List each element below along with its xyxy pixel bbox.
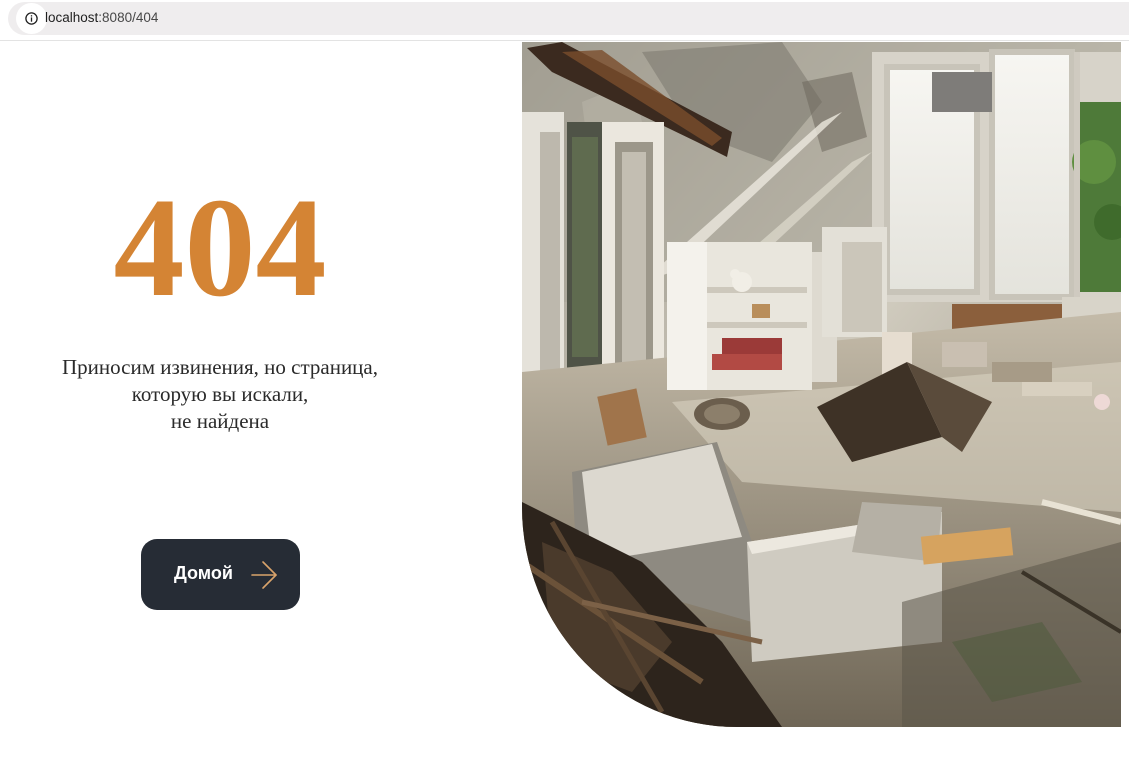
url-host: localhost <box>45 10 99 25</box>
url-path: :8080/404 <box>98 10 159 25</box>
home-button-label: Домой <box>174 563 233 583</box>
error-message-line: Приносим извинения, но страница, <box>62 355 378 379</box>
error-message: Приносим извинения, но страница, которую… <box>20 354 420 435</box>
ruined-room-illustration <box>522 42 1121 727</box>
site-info-button[interactable] <box>16 3 47 34</box>
url-text: localhost:8080/404 <box>45 10 158 25</box>
browser-address-bar: localhost:8080/404 <box>0 0 1129 41</box>
error-code-heading: 404 <box>113 168 327 326</box>
arrow-right-icon <box>251 561 277 589</box>
ruined-room-photo <box>522 42 1121 727</box>
home-button[interactable]: Домой <box>141 539 300 610</box>
error-message-line: которую вы искали, <box>131 382 309 406</box>
info-icon <box>25 12 38 25</box>
url-field[interactable]: localhost:8080/404 <box>8 2 1129 35</box>
error-message-line: не найдена <box>170 409 270 433</box>
